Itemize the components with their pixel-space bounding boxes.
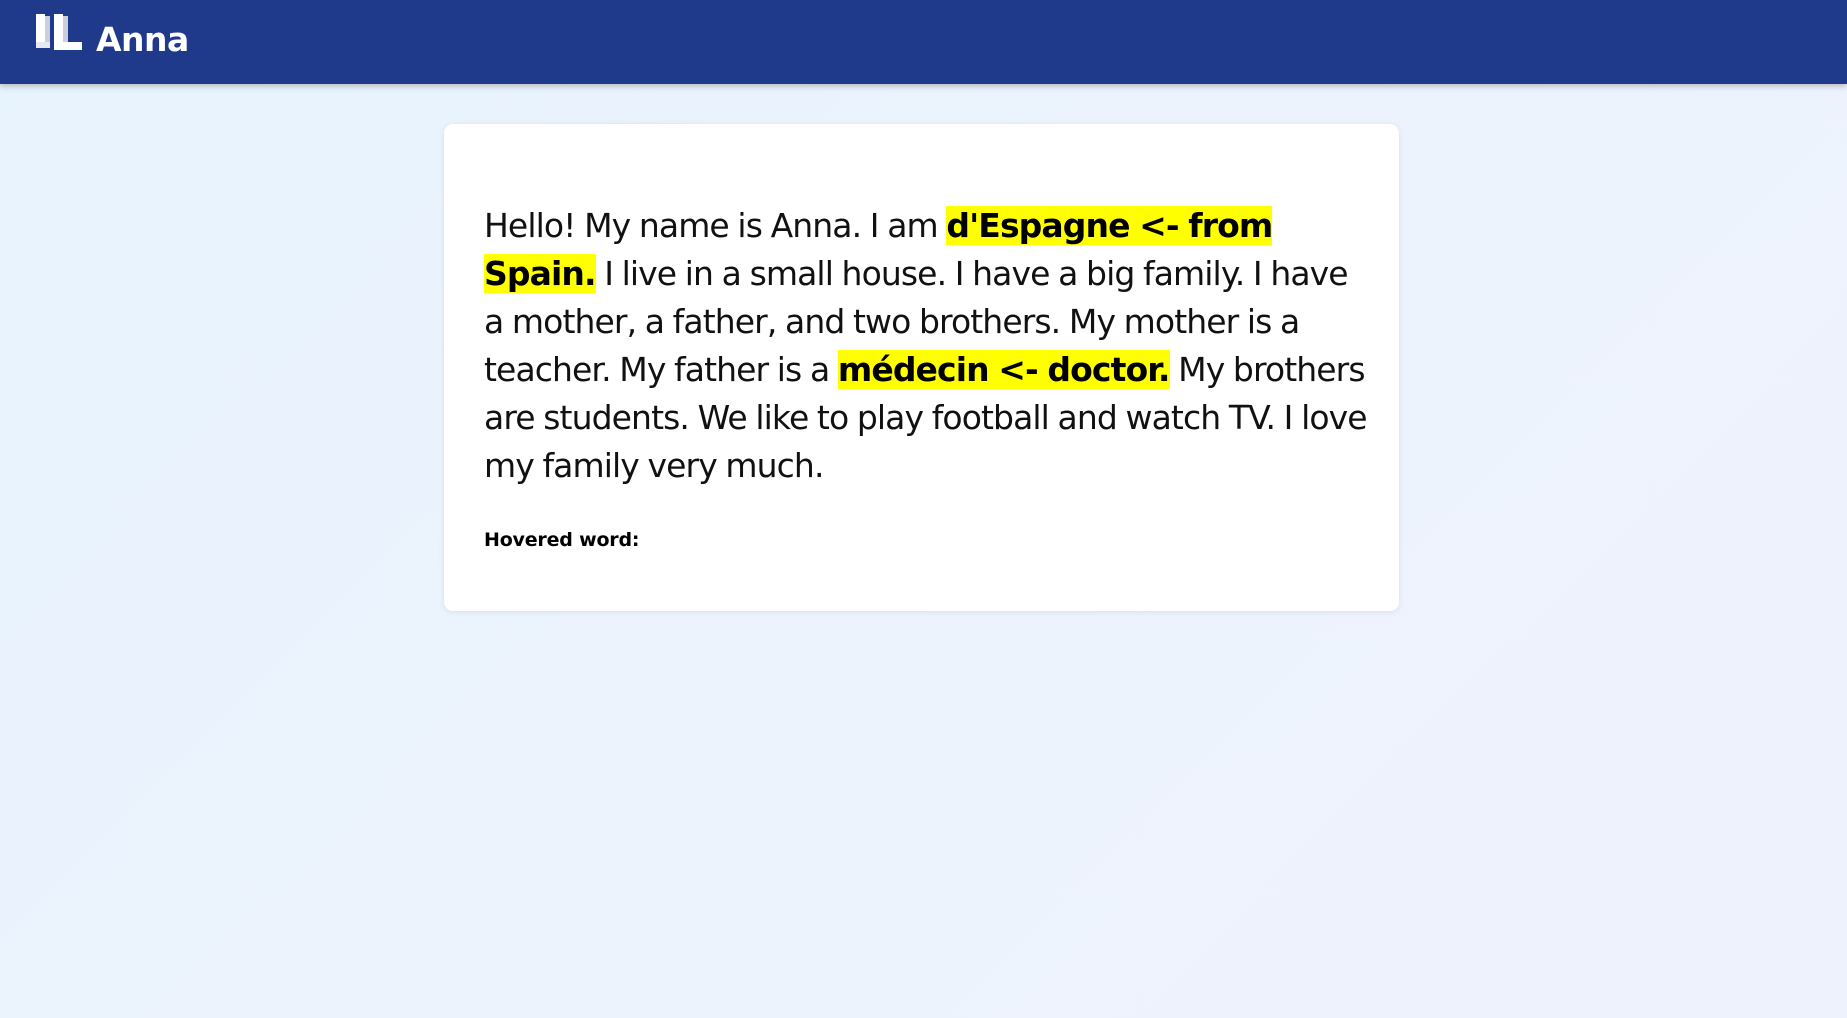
highlighted-translation[interactable]: médecin <- doctor. [837, 350, 1170, 389]
story-text: Hello! My name is Anna. I am d'Espagne <… [484, 202, 1368, 490]
book-logo-icon [36, 14, 82, 50]
top-bar: Anna [0, 0, 1847, 84]
hovered-word-readout: Hovered word: [484, 528, 639, 552]
story-segment[interactable]: Hello! My name is Anna. I am [484, 206, 946, 245]
app-title: Anna [96, 20, 189, 59]
story-card: Hello! My name is Anna. I am d'Espagne <… [444, 124, 1399, 611]
hovered-word-label: Hovered word: [484, 529, 640, 551]
